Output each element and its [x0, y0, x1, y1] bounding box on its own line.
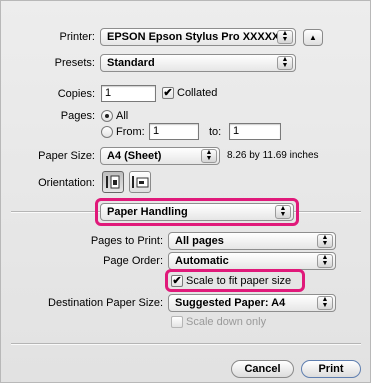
- pages-all-radio[interactable]: [101, 110, 113, 122]
- paper-size-dims: 8.26 by 11.69 inches: [227, 150, 319, 161]
- pages-to-label: to:: [209, 126, 222, 138]
- scale-fit-checkbox[interactable]: ✔: [171, 275, 183, 287]
- paper-size-value: A4 (Sheet): [107, 150, 162, 162]
- destination-label: Destination Paper Size:: [48, 297, 163, 309]
- popup-arrows-icon: ▲ ▼: [277, 30, 293, 44]
- printer-value: EPSON Epson Stylus Pro XXXXX: [107, 31, 280, 43]
- print-dialog: Printer: EPSON Epson Stylus Pro XXXXX ▲ ▼…: [0, 0, 371, 383]
- panel-value: Paper Handling: [107, 206, 188, 218]
- presets-label: Presets:: [54, 57, 95, 69]
- cancel-button[interactable]: Cancel: [231, 360, 294, 378]
- popup-arrows-icon: ▲ ▼: [317, 296, 333, 310]
- destination-popup[interactable]: Suggested Paper: A4 ▲ ▼: [168, 294, 336, 312]
- orientation-label: Orientation:: [38, 177, 95, 189]
- triangle-up-icon: ▲: [309, 33, 317, 42]
- print-button[interactable]: Print: [301, 360, 361, 378]
- portrait-icon: [106, 175, 120, 189]
- disclosure-button[interactable]: ▲: [303, 29, 323, 46]
- presets-popup[interactable]: Standard ▲ ▼: [100, 54, 296, 72]
- destination-value: Suggested Paper: A4: [175, 297, 286, 309]
- pages-to-field[interactable]: 1: [229, 123, 281, 140]
- bottom-separator: [11, 343, 361, 345]
- page-order-value: Automatic: [175, 255, 229, 267]
- page-order-label: Page Order:: [103, 255, 163, 267]
- landscape-icon: [132, 176, 149, 188]
- scale-fit-label: Scale to fit paper size: [186, 275, 292, 287]
- panel-popup[interactable]: Paper Handling ▲ ▼: [100, 203, 294, 221]
- printer-label: Printer:: [59, 31, 95, 43]
- pages-to-print-popup[interactable]: All pages ▲ ▼: [168, 232, 336, 250]
- pages-to-print-value: All pages: [175, 235, 224, 247]
- popup-arrows-icon: ▲ ▼: [317, 254, 333, 268]
- paper-size-label: Paper Size:: [38, 150, 95, 162]
- collated-checkbox[interactable]: ✔: [162, 87, 174, 99]
- pages-to-print-label: Pages to Print:: [90, 235, 163, 247]
- presets-value: Standard: [107, 57, 155, 69]
- popup-arrows-icon: ▲ ▼: [277, 56, 293, 70]
- portrait-button[interactable]: [102, 171, 124, 193]
- pages-all-label: All: [116, 110, 129, 122]
- pages-from-radio[interactable]: [101, 126, 113, 138]
- paper-size-popup[interactable]: A4 (Sheet) ▲ ▼: [100, 147, 220, 165]
- printer-popup[interactable]: EPSON Epson Stylus Pro XXXXX ▲ ▼: [100, 28, 296, 46]
- popup-arrows-icon: ▲ ▼: [275, 205, 291, 219]
- page-order-popup[interactable]: Automatic ▲ ▼: [168, 252, 336, 270]
- pages-from-field[interactable]: 1: [149, 123, 199, 140]
- scale-down-label: Scale down only: [186, 316, 267, 328]
- landscape-button[interactable]: [129, 171, 151, 193]
- pages-from-label: From:: [116, 126, 145, 138]
- pages-label: Pages:: [60, 110, 95, 122]
- collated-label: Collated: [177, 87, 218, 99]
- popup-arrows-icon: ▲ ▼: [201, 149, 217, 163]
- copies-field[interactable]: 1: [101, 85, 156, 102]
- copies-label: Copies:: [57, 88, 95, 100]
- scale-down-checkbox[interactable]: [171, 316, 183, 328]
- popup-arrows-icon: ▲ ▼: [317, 234, 333, 248]
